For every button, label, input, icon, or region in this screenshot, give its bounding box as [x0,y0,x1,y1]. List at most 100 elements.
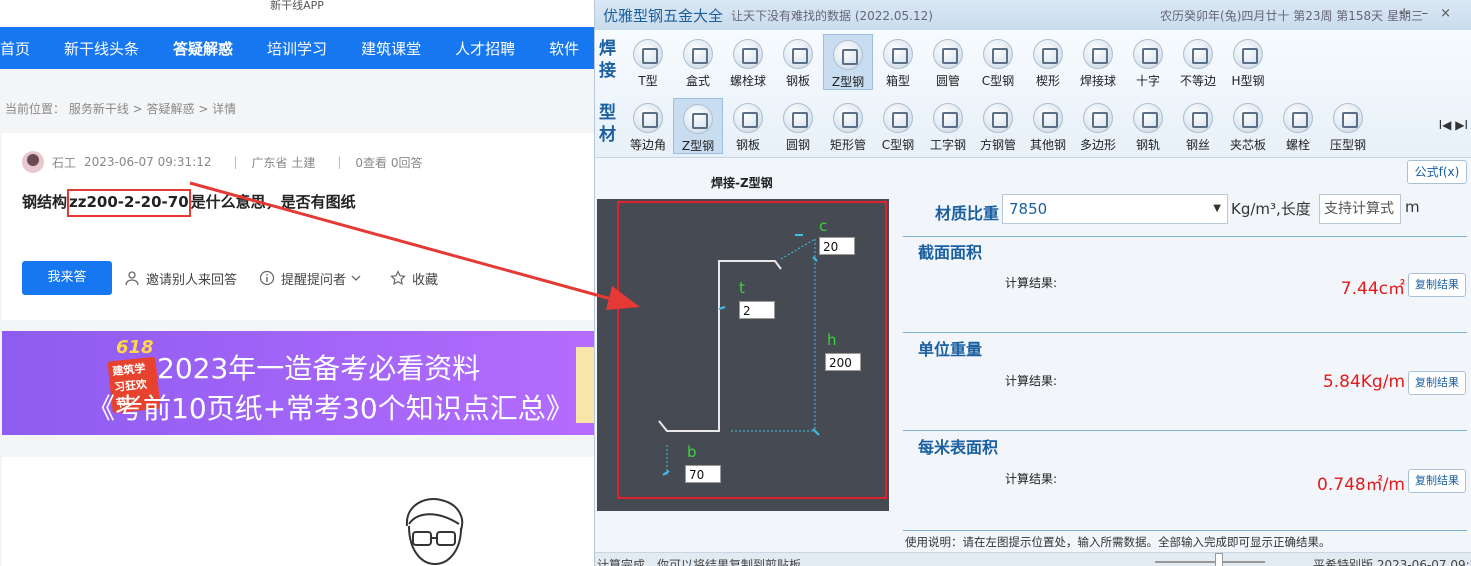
tool-row2-6[interactable]: 工字钢 [923,98,973,154]
tool-row2-7[interactable]: 方钢管 [973,98,1023,154]
tool-label: H型钢 [1231,74,1265,88]
toolbar-pager[interactable]: I◀ ▶I [1439,118,1468,132]
tool-row2-0[interactable]: 等边角 [623,98,673,154]
nav-item-qa[interactable]: 答疑解惑 [173,38,233,59]
tool-row1-1[interactable]: 盒式 [673,34,723,90]
dim-input-h[interactable]: 200 [825,353,861,371]
favorite-button[interactable]: 收藏 [390,269,438,288]
opacity-slider[interactable] [1155,561,1265,563]
title-prefix: 钢结构 [22,193,68,211]
tool-row2-14[interactable]: 压型钢 [1323,98,1373,154]
tool-row2-5[interactable]: C型钢 [873,98,923,154]
tool-label: 多边形 [1079,138,1116,152]
tool-row1-12[interactable]: H型钢 [1223,34,1273,90]
dim-label-b: b [687,443,697,461]
nav-item-headlines[interactable]: 新干线头条 [64,38,139,59]
copy-surface-area-button[interactable]: 复制结果 [1408,469,1466,493]
tool-row1-3[interactable]: 钢板 [773,34,823,90]
copy-unit-weight-button[interactable]: 复制结果 [1408,371,1466,395]
dim-input-b[interactable]: 70 [685,465,721,483]
event-badge: 618 建筑学习狂欢节 [54,337,161,414]
author-name[interactable]: 石工 [52,154,76,171]
answer-button[interactable]: 我来答 [22,261,112,295]
tool-row1-4[interactable]: Z型钢 [823,34,873,90]
tool-row1-0[interactable]: T型 [623,34,673,90]
tool-row1-7[interactable]: C型钢 [973,34,1023,90]
remind-dropdown[interactable]: 提醒提问者 [259,269,368,288]
tool-row1-5[interactable]: 箱型 [873,34,923,90]
status-version-time: 平希特别版 2023-06-07 09:55:21 [1313,558,1471,566]
copy-section-area-button[interactable]: 复制结果 [1408,273,1466,297]
tool-row2-10[interactable]: 钢轨 [1123,98,1173,154]
question-actions: 我来答 邀请别人来回答 提醒提问者 收藏 [22,261,460,295]
divider: | [337,155,342,169]
nav-item-classroom[interactable]: 建筑课堂 [361,38,421,59]
unit-weight-title: 单位重量 [918,340,983,359]
tool-row2-1[interactable]: Z型钢 [673,98,723,154]
shape-icon [983,39,1013,69]
section-area-title: 截面面积 [918,243,983,262]
formula-button[interactable]: 公式f(x) [1407,160,1467,184]
tool-row2-3[interactable]: 圆钢 [773,98,823,154]
dim-input-c[interactable]: 20 [819,237,855,255]
tool-row1-6[interactable]: 圆管 [923,34,973,90]
tool-row2-9[interactable]: 多边形 [1073,98,1123,154]
tool-row2-11[interactable]: 钢丝 [1173,98,1223,154]
breadcrumb: 当前位置： 服务新干线 > 答疑解惑 > 详情 [5,102,237,116]
section-divider [903,530,1467,531]
surface-area-value: 0.748㎡/m [1317,475,1405,495]
promo-banner[interactable]: 618 建筑学习狂欢节 2023年一造备考必看资料 《考前10页纸+常考30个知… [2,331,594,435]
shape-icon [783,39,813,69]
tool-row1-9[interactable]: 焊接球 [1073,34,1123,90]
nav-item-software[interactable]: 软件 [549,38,579,59]
length-input[interactable]: 支持计算式 [1319,194,1401,224]
section-divider [903,332,1467,333]
app-subtitle: 让天下没有难找的数据 (2022.05.12) [731,8,933,23]
tool-row1-10[interactable]: 十字 [1123,34,1173,90]
surface-area-result-label: 计算结果: [1005,472,1058,486]
shape-icon [1183,103,1213,133]
row-label-profile: 型材 [599,103,616,145]
banner-side-tab[interactable] [576,347,594,423]
nav-item-home[interactable]: 首页 [0,38,30,59]
banner-headline: 2023年一造备考必看资料 [157,352,481,385]
material-density-select[interactable]: 7850 ▼ [1002,194,1228,224]
usage-instructions: 使用说明：请在左图提示位置处，输入所需数据。全部输入完成即可显示正确结果。 [905,535,1331,549]
shape-icon [1233,103,1263,133]
slider-handle[interactable] [1215,553,1223,566]
tool-row1-11[interactable]: 不等边 [1173,34,1223,90]
tool-row2-12[interactable]: 夹芯板 [1223,98,1273,154]
question-card: 石工 2023-06-07 09:31:12 | 广东省 土建 | 0查看 0回… [2,133,594,320]
shape-icon [683,39,713,69]
shape-icon [1033,39,1063,69]
dim-label-c: c [819,217,828,235]
section-divider [903,430,1467,431]
window-controls[interactable]: ⊹–× [1399,6,1463,21]
row-label-weld: 焊接 [599,39,616,81]
user-icon [125,271,139,286]
shape-toolbar: 焊接 型材 T型 盒式 螺栓球 钢板 Z型钢 箱型 圆管 C型钢 楔形 焊接球 十字 不等边 H型钢 等… [595,30,1471,158]
shape-icon [1333,103,1363,133]
invite-button[interactable]: 邀请别人来回答 [124,269,237,288]
shape-icon [1133,103,1163,133]
tool-row2-4[interactable]: 矩形管 [823,98,873,154]
tool-row2-13[interactable]: 螺栓 [1273,98,1323,154]
shape-icon [883,103,913,133]
shape-icon [1233,39,1263,69]
nav-item-training[interactable]: 培训学习 [267,38,327,59]
tool-row2-2[interactable]: 钢板 [723,98,773,154]
unit-weight-result-label: 计算结果: [1005,374,1058,388]
tool-row1-2[interactable]: 螺栓球 [723,34,773,90]
tool-row2-8[interactable]: 其他钢 [1023,98,1073,154]
tool-label: 矩形管 [829,138,866,152]
tool-label: 盒式 [685,74,710,88]
steel-calculator-window: 优雅型钢五金大全 让天下没有难找的数据 (2022.05.12) 农历癸卯年(兔… [594,0,1471,566]
tool-label: 工字钢 [929,138,966,152]
dim-label-h: h [827,331,837,349]
nav-item-jobs[interactable]: 人才招聘 [455,38,515,59]
avatar[interactable] [22,151,44,173]
app-title: 优雅型钢五金大全 [603,6,724,25]
dim-input-t[interactable]: 2 [739,301,775,319]
tool-row1-8[interactable]: 楔形 [1023,34,1073,90]
shape-icon [733,103,763,133]
